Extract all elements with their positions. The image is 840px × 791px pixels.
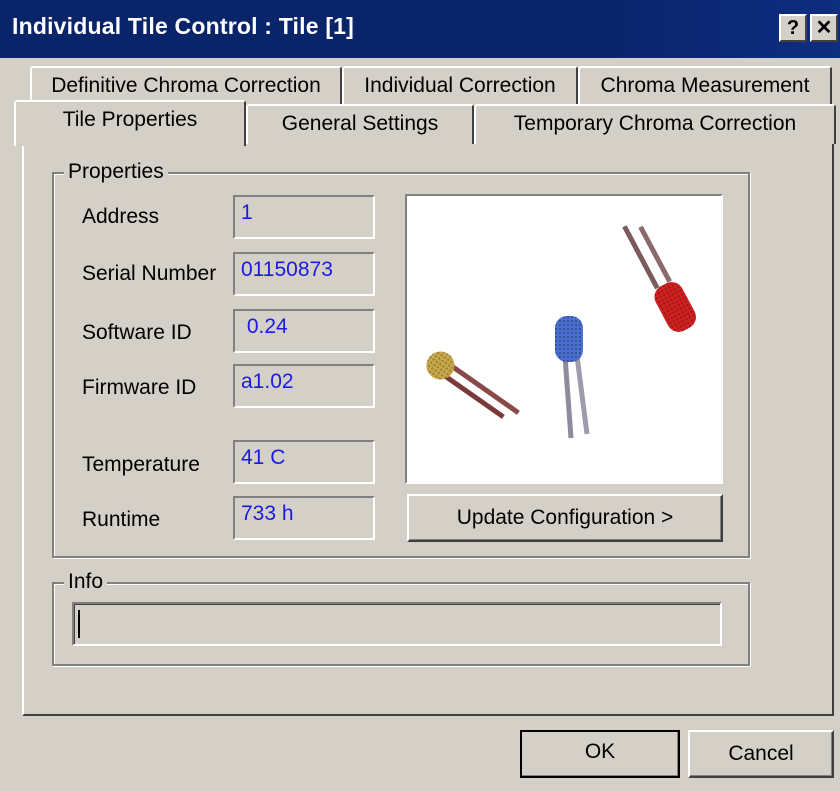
- address-label: Address: [82, 205, 160, 228]
- tab-temporary-chroma-correction[interactable]: Temporary Chroma Correction: [474, 104, 836, 144]
- address-field: 1: [233, 195, 375, 239]
- tab-tile-properties[interactable]: Tile Properties: [14, 100, 246, 146]
- runtime-field: 733 h: [233, 496, 375, 540]
- firmware-id-field: a1.02: [233, 364, 375, 408]
- help-button[interactable]: ?: [779, 14, 807, 42]
- serial-number-label: Serial Number: [82, 262, 217, 285]
- serial-number-field: 01150873: [233, 252, 375, 296]
- tab-individual-correction[interactable]: Individual Correction: [342, 66, 578, 106]
- update-configuration-button[interactable]: Update Configuration >: [407, 494, 723, 542]
- runtime-label: Runtime: [82, 508, 161, 531]
- temperature-label: Temperature: [82, 453, 200, 476]
- info-legend: Info: [64, 570, 108, 594]
- properties-legend: Properties: [64, 160, 168, 184]
- close-icon: ✕: [815, 17, 833, 39]
- ok-button[interactable]: OK: [520, 730, 680, 778]
- info-field[interactable]: [72, 602, 722, 646]
- tab-general-settings[interactable]: General Settings: [246, 104, 474, 144]
- led-photo-icon: [426, 225, 696, 439]
- software-id-field: 0.24: [233, 309, 375, 353]
- close-button[interactable]: ✕: [810, 14, 838, 42]
- cancel-button[interactable]: Cancel: [688, 730, 834, 778]
- led-image: [405, 194, 723, 484]
- software-id-label: Software ID: [82, 321, 192, 344]
- temperature-field: 41 C: [233, 440, 375, 484]
- tab-chroma-measurement[interactable]: Chroma Measurement: [578, 66, 832, 106]
- text-caret: [78, 610, 80, 638]
- window-title: Individual Tile Control : Tile [1]: [12, 13, 355, 39]
- firmware-id-label: Firmware ID: [82, 376, 197, 399]
